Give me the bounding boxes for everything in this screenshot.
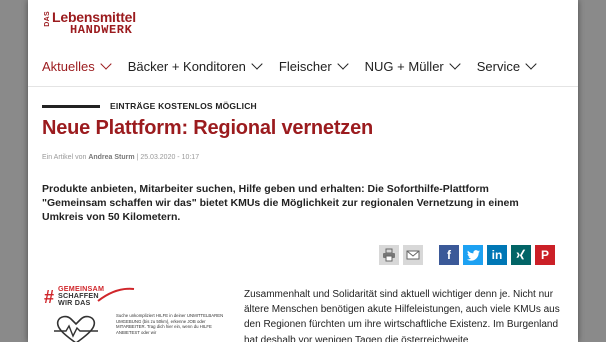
kicker-bar: [42, 105, 100, 108]
nav-item-nug-mueller[interactable]: NUG + Müller: [364, 58, 461, 74]
chevron-down-icon: [100, 58, 112, 70]
linkedin-icon: in: [491, 248, 503, 262]
nav-label: Bäcker + Konditoren: [127, 58, 246, 74]
nav-item-service[interactable]: Service: [476, 58, 537, 74]
meta-date: | 25.03.2020 - 10:17: [134, 154, 200, 161]
logo-das: DAS: [44, 11, 51, 27]
facebook-button[interactable]: f: [439, 245, 459, 265]
nav-label: Aktuelles: [42, 58, 95, 74]
share-bar: f in P: [379, 245, 559, 265]
main-nav: Aktuelles Bäcker + Konditoren Fleischer …: [42, 56, 553, 76]
linkedin-button[interactable]: in: [487, 245, 507, 265]
nav-label: Service: [476, 58, 521, 74]
pinterest-button[interactable]: P: [535, 245, 555, 265]
mail-icon: [406, 250, 420, 260]
nav-item-aktuelles[interactable]: Aktuelles: [42, 58, 112, 74]
nav-divider: [28, 86, 578, 87]
promo-swoosh: [97, 287, 135, 302]
print-icon: [383, 248, 395, 262]
nav-label: Fleischer: [278, 58, 332, 74]
twitter-icon: [466, 249, 480, 261]
chevron-down-icon: [449, 58, 461, 70]
chevron-down-icon: [525, 58, 537, 70]
twitter-button[interactable]: [463, 245, 483, 265]
article-meta: Ein Artikel von Andrea Sturm | 25.03.202…: [42, 154, 199, 161]
nav-item-baecker[interactable]: Bäcker + Konditoren: [127, 58, 263, 74]
share-gap: [427, 245, 439, 265]
article-lead: Produkte anbieten, Mitarbeiter suchen, H…: [42, 183, 519, 224]
chevron-down-icon: [336, 58, 349, 70]
article-title: Neue Plattform: Regional vernetzen: [42, 117, 374, 139]
author-link[interactable]: Andrea Sturm: [88, 154, 134, 161]
heartbeat-icon: [54, 315, 98, 342]
nav-label: NUG + Müller: [364, 58, 444, 74]
chevron-down-icon: [251, 58, 263, 70]
article-body: Zusammenhalt und Solidarität sind aktuel…: [244, 289, 560, 342]
logo-line2: HANDWERK: [70, 23, 133, 37]
xing-icon: [516, 249, 526, 259]
page: DAS Lebensmittel HANDWERK Aktuelles Bäck…: [28, 0, 578, 342]
promo-hash: #: [44, 287, 55, 307]
promo-image: # GEMEINSAM SCHAFFEN WIR DAS Suche unkom…: [44, 281, 236, 342]
pinterest-icon: P: [540, 248, 549, 262]
print-button[interactable]: [379, 245, 399, 265]
mail-button[interactable]: [403, 245, 423, 265]
nav-item-fleischer[interactable]: Fleischer: [278, 58, 349, 74]
meta-prefix: Ein Artikel von: [42, 154, 89, 161]
article-kicker: EINTRÄGE KOSTENLOS MÖGLICH: [110, 101, 257, 111]
facebook-icon: f: [447, 248, 451, 262]
xing-button[interactable]: [511, 245, 531, 265]
promo-text: Suche unkompliziert HILFE in deiner UNMI…: [116, 313, 224, 335]
